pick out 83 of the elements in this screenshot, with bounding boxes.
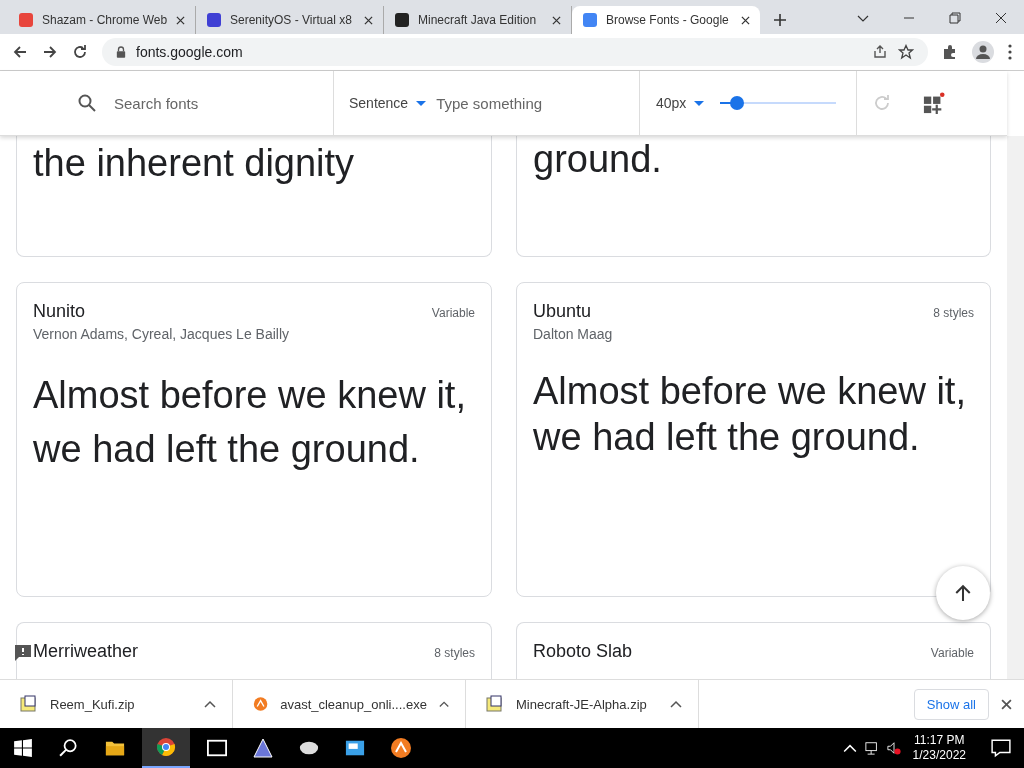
arrow-up-icon: [954, 584, 972, 602]
show-all-button[interactable]: Show all: [913, 688, 989, 720]
caret-up-icon[interactable]: [204, 700, 216, 708]
chrome-icon[interactable]: [156, 737, 176, 757]
font-designer: Vernon Adams, Cyreal, Jacques Le Bailly: [33, 326, 291, 342]
puzzle-piece-icon[interactable]: [942, 44, 958, 60]
notification-icon[interactable]: [991, 738, 1011, 758]
font-card[interactable]: Ubuntu 8 styles Dalton Maag Almost before we knew it, we had left the ground.: [516, 282, 991, 597]
search-field[interactable]: Search fonts: [114, 94, 294, 112]
scroll-to-top-button[interactable]: [936, 566, 990, 620]
triangle-logo-icon[interactable]: [253, 738, 273, 758]
new-tab-icon[interactable]: [774, 14, 786, 26]
preview-text: Almost before we knew it, we had left the ground.: [33, 373, 467, 472]
clock-time: 11:17 PM: [914, 733, 965, 748]
forward-icon[interactable]: [42, 44, 58, 60]
close-icon[interactable]: [741, 15, 750, 25]
caret-down-icon: [416, 100, 427, 106]
monitor-icon[interactable]: [345, 738, 365, 758]
browser-tab[interactable]: SerenityOS - Virtual x8: [196, 6, 384, 34]
feedback-icon[interactable]: [14, 644, 32, 662]
preview-text: ground.: [533, 137, 663, 182]
font-name: Merriweather: [33, 641, 139, 662]
circle-logo-icon: [253, 695, 269, 713]
caret-down-icon: [694, 100, 705, 106]
search-icon: [78, 94, 96, 112]
caret-up-icon[interactable]: [670, 700, 682, 708]
favicon-icon: [18, 12, 34, 28]
network-icon[interactable]: [864, 741, 879, 755]
menu-icon[interactable]: [1008, 44, 1012, 60]
font-name: Ubuntu: [533, 301, 592, 322]
size-slider[interactable]: [720, 96, 837, 110]
font-styles: 8 styles: [933, 306, 974, 320]
browser-tab[interactable]: Minecraft Java Edition: [384, 6, 572, 34]
star-icon[interactable]: [898, 44, 914, 60]
caret-up-icon[interactable]: [438, 700, 449, 708]
font-designer: Dalton Maag: [533, 326, 614, 342]
download-filename: avast_cleanup_onli....exe: [280, 696, 427, 712]
search-icon[interactable]: [59, 738, 79, 758]
share-icon[interactable]: [872, 44, 888, 60]
close-icon[interactable]: [552, 15, 561, 25]
font-card[interactable]: ground.: [516, 136, 991, 257]
favicon-icon: [582, 12, 598, 28]
scrollbar[interactable]: [1007, 136, 1024, 679]
restore-icon[interactable]: [949, 12, 961, 24]
tab-title: Shazam - Chrome Web: [42, 13, 168, 27]
preview-text-field[interactable]: Type something: [436, 94, 617, 112]
tab-title: SerenityOS - Virtual x8: [230, 13, 353, 27]
size-dropdown[interactable]: 40px: [656, 95, 705, 111]
preview-text: the inherent dignity: [33, 141, 356, 186]
close-icon[interactable]: [1001, 698, 1012, 710]
font-styles: Variable: [930, 646, 974, 660]
lock-icon: [116, 46, 126, 58]
font-card[interactable]: the inherent dignity: [16, 136, 492, 257]
archive-icon: [20, 695, 38, 713]
preview-text: Almost before we knew it, we had left the ground.: [533, 369, 967, 460]
font-card[interactable]: Nunito Variable Vernon Adams, Cyreal, Jacques Le Bailly Almost before we knew it, we had left the ground.: [16, 282, 492, 597]
url-text: fonts.google.com: [136, 44, 243, 60]
back-icon[interactable]: [12, 44, 28, 60]
tab-title: Minecraft Java Edition: [418, 13, 538, 27]
font-name: Roboto Slab: [533, 641, 633, 662]
browser-tab[interactable]: Shazam - Chrome Web: [8, 6, 196, 34]
font-styles: 8 styles: [434, 646, 475, 660]
speaker-muted-icon[interactable]: [886, 741, 901, 755]
close-icon[interactable]: [995, 12, 1007, 24]
download-filename: Reem_Kufi.zip: [50, 696, 136, 712]
favicon-icon: [206, 12, 222, 28]
profile-icon[interactable]: [972, 41, 994, 63]
circle-logo-icon[interactable]: [391, 738, 411, 758]
mode-dropdown[interactable]: Sentence: [349, 95, 427, 111]
clock-date: 1/23/2022: [912, 748, 966, 763]
font-styles: Variable: [431, 306, 475, 320]
download-filename: Minecraft-JE-Alpha.zip: [516, 696, 648, 712]
address-bar[interactable]: fonts.google.com: [102, 38, 928, 66]
browser-tab[interactable]: Browse Fonts - Google: [572, 6, 760, 34]
font-name: Nunito: [33, 301, 86, 322]
close-icon[interactable]: [364, 15, 373, 25]
collection-grid-icon[interactable]: [923, 92, 945, 114]
favicon-icon: [394, 12, 410, 28]
reload-icon[interactable]: [72, 44, 88, 60]
windows-logo-icon[interactable]: [13, 738, 33, 758]
tab-title: Browse Fonts - Google: [606, 13, 730, 27]
close-icon[interactable]: [176, 15, 185, 25]
archive-icon: [486, 695, 504, 713]
